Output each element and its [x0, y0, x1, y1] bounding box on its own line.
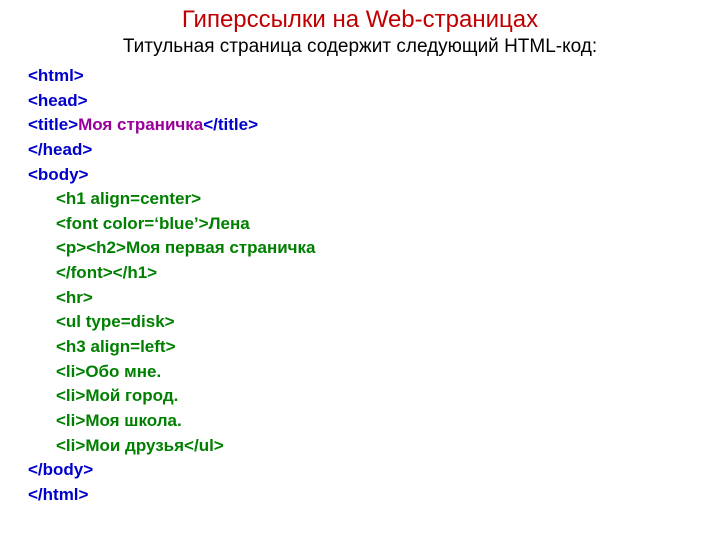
code-text: Моя школа.: [85, 411, 181, 430]
code-line: <p><h2>Моя первая страничка: [28, 236, 692, 261]
code-tag: <li>: [56, 436, 85, 455]
code-line: <body>: [28, 163, 692, 188]
code-tag: </title>: [203, 115, 258, 134]
code-line: <li>Обо мне.: [28, 360, 692, 385]
code-tag: </ul>: [184, 436, 224, 455]
slide-subtitle: Титульная страница содержит следующий HT…: [28, 36, 692, 58]
code-line: <font color=‘blue’>Лена: [28, 212, 692, 237]
code-text: Моя страничка: [78, 115, 203, 134]
code-line: <li>Мои друзья</ul>: [28, 434, 692, 459]
code-line: <html>: [28, 64, 692, 89]
code-tag: <title>: [28, 115, 78, 134]
code-line: </head>: [28, 138, 692, 163]
slide: Гиперссылки на Web-страницах Титульная с…: [0, 0, 720, 508]
code-text: Мои друзья: [85, 436, 184, 455]
code-tag: <li>: [56, 362, 85, 381]
code-text: Мой город.: [85, 386, 178, 405]
code-line: </font></h1>: [28, 261, 692, 286]
code-text: Лена: [209, 214, 250, 233]
code-line: <h3 align=left>: [28, 335, 692, 360]
code-text: Обо мне.: [85, 362, 161, 381]
code-block: <html> <head> <title>Моя страничка</titl…: [28, 64, 692, 508]
code-line: </html>: [28, 483, 692, 508]
code-line: <head>: [28, 89, 692, 114]
code-line: </body>: [28, 458, 692, 483]
slide-title: Гиперссылки на Web-страницах: [28, 6, 692, 34]
code-line: <li>Моя школа.: [28, 409, 692, 434]
code-tag: <p><h2>: [56, 238, 126, 257]
code-line: <title>Моя страничка</title>: [28, 113, 692, 138]
code-line: <hr>: [28, 286, 692, 311]
code-tag: <li>: [56, 386, 85, 405]
code-line: <li>Мой город.: [28, 384, 692, 409]
code-tag: <font color=‘blue’>: [56, 214, 209, 233]
code-text: Моя первая страничка: [126, 238, 316, 257]
code-line: <ul type=disk>: [28, 310, 692, 335]
code-line: <h1 align=center>: [28, 187, 692, 212]
code-tag: <li>: [56, 411, 85, 430]
